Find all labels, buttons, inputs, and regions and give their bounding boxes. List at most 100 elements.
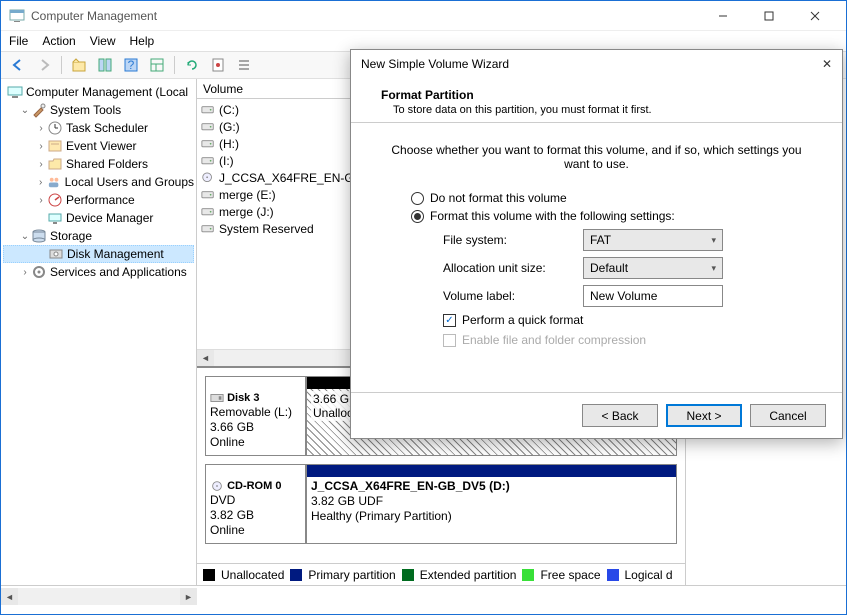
tree-label: Performance (66, 193, 135, 207)
tree-event-viewer[interactable]: › Event Viewer (3, 137, 194, 155)
list-icon[interactable] (233, 54, 255, 76)
combo-value: FAT (590, 233, 611, 247)
tree-services[interactable]: ›Services and Applications (3, 263, 194, 281)
computer-icon (7, 84, 23, 100)
disk-info[interactable]: CD-ROM 0 DVD 3.82 GB Online (206, 465, 306, 543)
expand-icon[interactable]: › (35, 159, 47, 170)
settings-icon[interactable] (207, 54, 229, 76)
dialog-close-icon[interactable]: ✕ (822, 57, 832, 71)
app-icon (9, 8, 25, 24)
swatch-primary (290, 569, 302, 581)
disk-type: Removable (L:) (210, 405, 292, 419)
drive-icon (201, 138, 215, 150)
collapse-icon[interactable]: ⌄ (19, 231, 31, 242)
services-icon (31, 264, 47, 280)
menu-help[interactable]: Help (130, 34, 155, 48)
next-button[interactable]: Next > (666, 404, 742, 427)
tree-device-manager[interactable]: ›Device Manager (3, 209, 194, 227)
tree-storage[interactable]: ⌄Storage (3, 227, 194, 245)
filesystem-label: File system: (443, 233, 583, 247)
expand-icon[interactable]: › (35, 177, 46, 188)
swatch-free (522, 569, 534, 581)
dialog-body: Choose whether you want to format this v… (351, 123, 842, 392)
view-icon[interactable] (94, 54, 116, 76)
minimize-button[interactable] (700, 1, 746, 31)
allocation-label: Allocation unit size: (443, 261, 583, 275)
input-value: New Volume (590, 289, 657, 303)
drive-icon (201, 104, 215, 116)
title-bar: Computer Management (1, 1, 846, 31)
scroll-left-icon[interactable]: ◄ (197, 350, 214, 367)
radio-icon[interactable] (411, 192, 424, 205)
collapse-icon[interactable]: ⌄ (19, 105, 31, 116)
part-title: J_CCSA_X64FRE_EN-GB_DV5 (D:) (311, 479, 510, 493)
volume-label-label: Volume label: (443, 289, 583, 303)
help-icon[interactable]: ? (120, 54, 142, 76)
tree-label: Event Viewer (66, 139, 136, 153)
disk-size: 3.66 GB (210, 420, 254, 434)
tree-disk-management[interactable]: ›Disk Management (3, 245, 194, 263)
drive-icon (201, 189, 215, 201)
row-volume-label: Volume label: New Volume (443, 285, 802, 307)
nav-tree: Computer Management (Local ⌄ System Tool… (1, 79, 197, 585)
filesystem-combo[interactable]: FAT ▾ (583, 229, 723, 251)
cancel-button[interactable]: Cancel (750, 404, 826, 427)
tree-label: System Tools (50, 103, 121, 117)
back-button[interactable]: < Back (582, 404, 658, 427)
scroll-left-icon[interactable]: ◄ (1, 588, 18, 605)
tree-system-tools[interactable]: ⌄ System Tools (3, 101, 194, 119)
menu-action[interactable]: Action (42, 34, 75, 48)
tree-local-users[interactable]: ›Local Users and Groups (3, 173, 194, 191)
close-button[interactable] (792, 1, 838, 31)
checkbox-icon[interactable]: ✓ (443, 314, 456, 327)
disk-type: DVD (210, 493, 235, 507)
checkbox-label: Enable file and folder compression (462, 333, 646, 347)
up-icon[interactable] (68, 54, 90, 76)
tree-shared-folders[interactable]: ›Shared Folders (3, 155, 194, 173)
volume-label: (G:) (219, 120, 240, 134)
clock-icon (47, 120, 63, 136)
volume-label: System Reserved (219, 222, 314, 236)
tree-scrollbar[interactable]: ◄ ► (1, 588, 197, 605)
tree-label: Task Scheduler (66, 121, 148, 135)
drive-icon (201, 223, 215, 235)
dialog-prompt: Choose whether you want to format this v… (391, 143, 802, 171)
menu-bar: File Action View Help (1, 31, 846, 51)
volume-label-input[interactable]: New Volume (583, 285, 723, 307)
expand-icon[interactable]: › (19, 267, 31, 278)
expand-icon[interactable]: › (35, 123, 47, 134)
cdrom-icon (210, 480, 224, 492)
tree-task-scheduler[interactable]: › Task Scheduler (3, 119, 194, 137)
menu-file[interactable]: File (9, 34, 28, 48)
volume-label: merge (J:) (219, 205, 274, 219)
disk-status: Online (210, 523, 245, 537)
disk-info[interactable]: Disk 3 Removable (L:) 3.66 GB Online (206, 377, 306, 455)
device-icon (47, 210, 63, 226)
swatch-unallocated (203, 569, 215, 581)
swatch-logical (607, 569, 619, 581)
checkbox-quick-format[interactable]: ✓ Perform a quick format (443, 313, 802, 327)
dialog-footer: < Back Next > Cancel (351, 392, 842, 438)
allocation-combo[interactable]: Default ▾ (583, 257, 723, 279)
partition-primary[interactable]: J_CCSA_X64FRE_EN-GB_DV5 (D:) 3.82 GB UDF… (306, 465, 676, 543)
window-title: Computer Management (31, 9, 700, 23)
radio-format[interactable]: Format this volume with the following se… (411, 209, 782, 223)
menu-view[interactable]: View (90, 34, 116, 48)
scroll-right-icon[interactable]: ► (180, 588, 197, 605)
refresh-icon[interactable] (181, 54, 203, 76)
volume-label: (C:) (219, 103, 239, 117)
chevron-down-icon: ▾ (711, 263, 716, 274)
row-allocation: Allocation unit size: Default ▾ (443, 257, 802, 279)
maximize-button[interactable] (746, 1, 792, 31)
expand-icon[interactable]: › (35, 141, 47, 152)
status-bar: ◄ ► (1, 585, 846, 607)
disk-status: Online (210, 435, 245, 449)
tree-performance[interactable]: › Performance (3, 191, 194, 209)
storage-icon (31, 228, 47, 244)
panel-icon[interactable] (146, 54, 168, 76)
radio-no-format[interactable]: Do not format this volume (411, 191, 782, 205)
radio-icon[interactable] (411, 210, 424, 223)
back-icon[interactable] (7, 54, 29, 76)
expand-icon[interactable]: › (35, 195, 47, 206)
tree-root[interactable]: Computer Management (Local (3, 83, 194, 101)
